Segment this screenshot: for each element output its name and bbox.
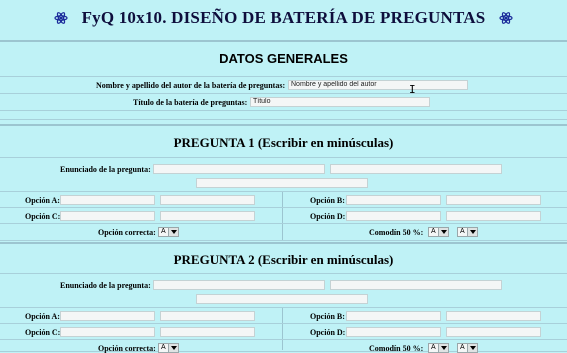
chevron-down-icon — [467, 344, 477, 352]
question-1-correct-select[interactable]: A — [158, 227, 179, 237]
text-cursor-icon: I — [409, 83, 416, 96]
question-2-option-a-input-2[interactable] — [160, 311, 255, 321]
divider — [0, 76, 567, 77]
page-title: FyQ 10x10. DISEÑO DE BATERÍA DE PREGUNTA… — [81, 8, 486, 27]
question-1-option-d-label: Opción D: — [310, 212, 346, 221]
divider — [0, 110, 567, 111]
question-2-statement-label: Enunciado de la pregunta: — [60, 281, 151, 290]
question-2-wildcard-select-2[interactable]: A — [457, 343, 478, 353]
question-2-statement-input-3[interactable] — [196, 294, 368, 304]
divider — [0, 307, 567, 308]
question-2-option-b-input-1[interactable] — [346, 311, 441, 321]
atom-icon — [53, 12, 68, 24]
question-1-option-b-label: Opción B: — [310, 196, 345, 205]
divider — [0, 273, 567, 274]
question-1-option-d-input-2[interactable] — [446, 211, 541, 221]
chevron-down-icon — [438, 344, 448, 352]
question-2-wildcard-select-1[interactable]: A — [428, 343, 449, 353]
divider — [0, 339, 567, 340]
question-1-option-c-label: Opción C: — [25, 212, 61, 221]
question-1-wildcard-select-2[interactable]: A — [457, 227, 478, 237]
question-2-option-d-label: Opción D: — [310, 328, 346, 337]
divider — [0, 207, 567, 208]
question-1-statement-input-1[interactable] — [153, 164, 325, 174]
question-1-option-a-input-1[interactable] — [60, 195, 155, 205]
select-value: A — [460, 228, 465, 235]
divider — [0, 157, 567, 158]
question-2-correct-label: Opción correcta: — [98, 344, 156, 353]
question-2-option-a-input-1[interactable] — [60, 311, 155, 321]
chevron-down-icon — [168, 228, 178, 236]
question-2-wildcard-label: Comodín 50 %: — [369, 344, 424, 353]
page-header: FyQ 10x10. DISEÑO DE BATERÍA DE PREGUNTA… — [0, 0, 567, 36]
general-heading: DATOS GENERALES — [219, 51, 348, 66]
question-2-option-b-input-2[interactable] — [446, 311, 541, 321]
question-1-statement-input-3[interactable] — [196, 178, 368, 188]
question-2-correct-select[interactable]: A — [158, 343, 179, 353]
column-divider — [282, 192, 283, 240]
question-1-option-b-input-1[interactable] — [346, 195, 441, 205]
select-value: A — [431, 228, 436, 235]
question-1-option-c-input-1[interactable] — [60, 211, 155, 221]
question-2-heading: PREGUNTA 2 (Escribir en minúsculas) — [173, 252, 394, 267]
chevron-down-icon — [168, 344, 178, 352]
select-value: A — [161, 228, 166, 235]
author-label: Nombre y apellido del autor de la baterí… — [96, 81, 286, 90]
question-1-statement-input-2[interactable] — [330, 164, 502, 174]
question-2-option-a-label: Opción A: — [25, 312, 60, 321]
question-2-option-c-input-2[interactable] — [160, 327, 255, 337]
question-1-option-c-input-2[interactable] — [160, 211, 255, 221]
question-1-statement-label: Enunciado de la pregunta: — [60, 165, 151, 174]
title-input[interactable]: Título — [250, 97, 430, 107]
question-2-option-c-input-1[interactable] — [60, 327, 155, 337]
divider — [0, 93, 567, 94]
question-2-option-d-input-1[interactable] — [346, 327, 441, 337]
atom-icon — [499, 12, 514, 24]
question-1-option-a-input-2[interactable] — [160, 195, 255, 205]
question-1-wildcard-select-1[interactable]: A — [428, 227, 449, 237]
title-label: Título de la batería de preguntas: — [133, 98, 248, 107]
chevron-down-icon — [438, 228, 448, 236]
question-1-heading: PREGUNTA 1 (Escribir en minúsculas) — [173, 135, 394, 150]
divider — [0, 223, 567, 224]
divider — [0, 191, 567, 192]
chevron-down-icon — [467, 228, 477, 236]
column-divider — [282, 308, 283, 350]
question-2-statement-input-2[interactable] — [330, 280, 502, 290]
question-2-option-b-label: Opción B: — [310, 312, 345, 321]
question-1-correct-label: Opción correcta: — [98, 228, 156, 237]
question-1-option-a-label: Opción A: — [25, 196, 60, 205]
divider — [0, 323, 567, 324]
question-2-statement-input-1[interactable] — [153, 280, 325, 290]
question-1-wildcard-label: Comodín 50 %: — [369, 228, 424, 237]
question-2-option-c-label: Opción C: — [25, 328, 61, 337]
question-2-option-d-input-2[interactable] — [446, 327, 541, 337]
question-1-option-b-input-2[interactable] — [446, 195, 541, 205]
question-1-option-d-input-1[interactable] — [346, 211, 441, 221]
author-input[interactable]: Nombre y apellido del autor — [288, 80, 468, 90]
